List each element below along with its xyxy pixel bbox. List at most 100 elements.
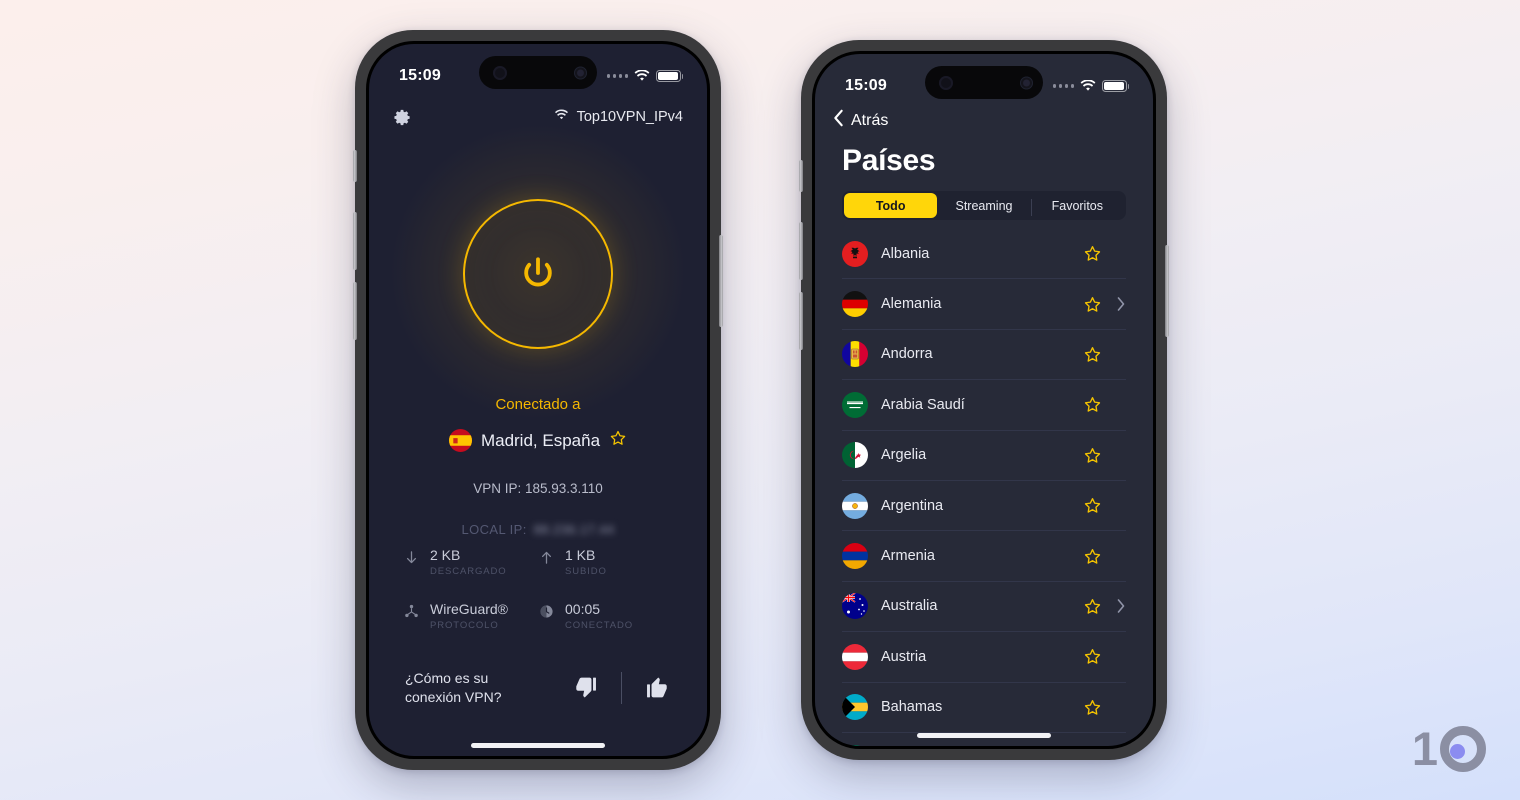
tab-todo[interactable]: Todo bbox=[844, 193, 938, 218]
front-camera-icon bbox=[574, 66, 587, 79]
power-side-button[interactable] bbox=[719, 235, 723, 327]
stat-connected-time: 00:05 CONECTADO bbox=[538, 601, 673, 631]
stat-uploaded: 1 KB SUBIDO bbox=[538, 547, 673, 577]
table-row[interactable]: Andorra bbox=[842, 330, 1126, 381]
gear-icon[interactable] bbox=[393, 108, 412, 127]
volume-down-button[interactable] bbox=[799, 292, 803, 350]
table-row[interactable]: Austria bbox=[842, 632, 1126, 683]
table-row[interactable]: Australia bbox=[842, 582, 1126, 633]
stat-caption: PROTOCOLO bbox=[430, 620, 499, 632]
chevron-right-icon bbox=[1115, 448, 1126, 462]
chevron-right-icon bbox=[1115, 499, 1126, 513]
volume-down-button[interactable] bbox=[353, 282, 357, 340]
flag-es-icon bbox=[448, 429, 472, 452]
battery-icon bbox=[1102, 79, 1130, 93]
chevron-right-icon bbox=[1115, 398, 1126, 412]
stat-value: 2 KB bbox=[430, 547, 461, 563]
stat-value: 1 KB bbox=[565, 547, 596, 563]
stat-downloaded: 2 KB DESCARGADO bbox=[403, 547, 538, 577]
power-icon bbox=[518, 254, 558, 294]
star-outline-icon[interactable] bbox=[1083, 597, 1102, 616]
flag-bs-icon bbox=[842, 694, 868, 721]
volume-up-button[interactable] bbox=[799, 222, 803, 280]
speaker-icon bbox=[939, 75, 953, 90]
country-name: Armenia bbox=[881, 548, 935, 565]
flag-ad-icon bbox=[842, 341, 868, 368]
phone-device-right: 15:09 Atrás Países Todo Streaming Favori… bbox=[799, 40, 1169, 760]
stat-caption: DESCARGADO bbox=[430, 566, 507, 578]
country-list[interactable]: Albania Alemania Andorra Arabia Saudí Ar… bbox=[815, 229, 1153, 746]
speaker-icon bbox=[493, 65, 507, 80]
dynamic-island bbox=[925, 66, 1043, 99]
star-outline-icon[interactable] bbox=[1083, 244, 1102, 263]
thumbs-down-icon[interactable] bbox=[572, 674, 599, 701]
local-ip-row: LOCAL IP: 88.236.17.44 bbox=[369, 522, 707, 537]
chevron-right-icon bbox=[1115, 549, 1126, 563]
home-indicator[interactable] bbox=[917, 733, 1051, 738]
clock-icon bbox=[538, 603, 555, 620]
thumbs-up-icon[interactable] bbox=[644, 674, 671, 701]
feedback-divider bbox=[621, 671, 622, 704]
table-row[interactable]: Argentina bbox=[842, 481, 1126, 532]
local-ip-value-redacted: 88.236.17.44 bbox=[533, 522, 615, 537]
connected-location-row[interactable]: Madrid, España bbox=[369, 429, 707, 452]
chevron-right-icon bbox=[1115, 347, 1126, 361]
star-outline-icon[interactable] bbox=[1083, 446, 1102, 465]
table-row[interactable]: Albania bbox=[842, 229, 1126, 280]
brand-zero bbox=[1440, 725, 1486, 772]
star-outline-icon[interactable] bbox=[609, 429, 627, 452]
status-time: 15:09 bbox=[845, 77, 887, 94]
tab-label: Todo bbox=[875, 198, 906, 213]
chevron-right-icon[interactable] bbox=[1115, 297, 1126, 311]
signal-dots-icon bbox=[1052, 84, 1074, 88]
back-button[interactable]: Atrás bbox=[833, 109, 888, 132]
page-title: Países bbox=[842, 144, 936, 177]
country-name: Arabia Saudí bbox=[881, 396, 965, 413]
country-name: Bahamas bbox=[881, 699, 943, 716]
tab-favoritos[interactable]: Favoritos bbox=[1030, 193, 1124, 218]
vpn-power-button[interactable] bbox=[463, 199, 613, 349]
star-outline-icon[interactable] bbox=[1083, 496, 1102, 515]
table-row[interactable]: Bahamas bbox=[842, 683, 1126, 733]
country-name: Alemania bbox=[881, 296, 942, 313]
table-row[interactable]: Alemania bbox=[842, 279, 1126, 330]
flag-am-icon bbox=[842, 543, 868, 570]
front-camera-icon bbox=[1020, 76, 1033, 89]
feedback-question-line2: conexión VPN? bbox=[405, 688, 502, 705]
signal-dots-icon bbox=[606, 74, 628, 78]
star-outline-icon[interactable] bbox=[1083, 547, 1102, 566]
star-outline-icon[interactable] bbox=[1083, 345, 1102, 364]
volume-up-button[interactable] bbox=[353, 212, 357, 270]
chevron-left-icon bbox=[833, 109, 844, 132]
back-button-label: Atrás bbox=[851, 111, 889, 129]
wifi-icon bbox=[554, 109, 569, 125]
flag-sa-icon bbox=[842, 391, 868, 418]
star-outline-icon[interactable] bbox=[1083, 647, 1102, 666]
brand-logo: 1 bbox=[1412, 725, 1486, 772]
star-outline-icon[interactable] bbox=[1083, 698, 1102, 717]
vpn-home-screen: 15:09 Top10VPN_IPv4 Conectado a Madrid, … bbox=[369, 44, 707, 756]
table-row[interactable]: Armenia bbox=[842, 531, 1126, 582]
star-outline-icon[interactable] bbox=[1083, 295, 1102, 314]
tab-label: Streaming bbox=[955, 198, 1013, 213]
country-name: Argelia bbox=[881, 447, 927, 464]
tab-streaming[interactable]: Streaming bbox=[937, 193, 1030, 218]
flag-de-icon bbox=[842, 291, 868, 318]
power-side-button[interactable] bbox=[1165, 245, 1169, 337]
feedback-section: ¿Cómo es su conexión VPN? bbox=[405, 669, 671, 706]
star-outline-icon[interactable] bbox=[1083, 395, 1102, 414]
country-name: Argentina bbox=[881, 497, 944, 514]
connected-network: Top10VPN_IPv4 bbox=[554, 109, 683, 125]
filter-tabs: Todo Streaming Favoritos bbox=[842, 191, 1126, 220]
chevron-right-icon[interactable] bbox=[1115, 599, 1126, 614]
home-indicator[interactable] bbox=[471, 743, 605, 748]
status-time: 15:09 bbox=[399, 67, 441, 84]
connection-status-label: Conectado a bbox=[495, 396, 581, 413]
chevron-right-icon bbox=[1115, 700, 1126, 714]
table-row[interactable]: Argelia bbox=[842, 431, 1126, 481]
network-name: Top10VPN_IPv4 bbox=[576, 109, 683, 125]
silent-switch[interactable] bbox=[799, 160, 803, 192]
table-row[interactable]: Arabia Saudí bbox=[842, 380, 1126, 431]
flag-ar-icon bbox=[842, 492, 868, 519]
silent-switch[interactable] bbox=[353, 150, 357, 182]
